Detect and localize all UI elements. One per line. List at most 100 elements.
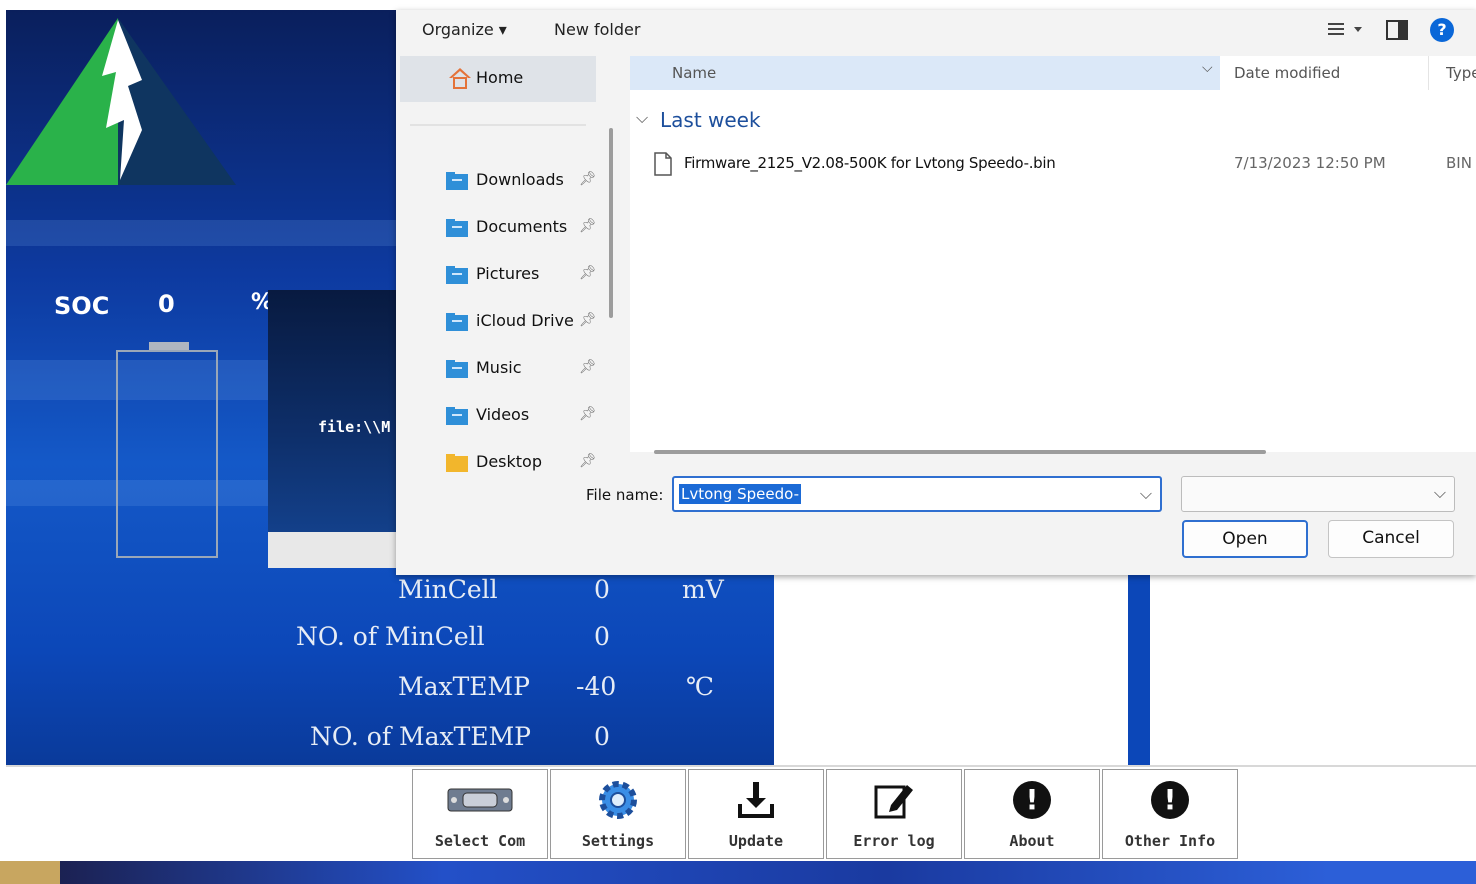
nav-item-music[interactable]: Music 📌︎: [396, 352, 601, 388]
nav-separator: [410, 124, 586, 126]
nav-item-videos[interactable]: Videos 📌︎: [396, 399, 601, 435]
metric-unit-mincell: mV: [682, 575, 724, 604]
edit-note-icon: [874, 785, 913, 819]
column-divider[interactable]: [1428, 56, 1429, 90]
file-type-filter[interactable]: ⌵: [1181, 476, 1455, 512]
pin-icon: 📌︎: [579, 171, 597, 187]
pictures-folder-icon: [446, 266, 468, 284]
toolbar-button-label: Error log: [853, 832, 935, 850]
group-header[interactable]: Last week: [660, 108, 761, 132]
column-header-date[interactable]: Date modified: [1234, 64, 1340, 82]
nav-item-label: Desktop: [476, 452, 542, 471]
view-controls: ?: [1328, 18, 1454, 42]
soc-value: 0: [158, 290, 175, 318]
videos-folder-icon: [446, 407, 468, 425]
desktop-wallpaper-corner: [0, 861, 60, 884]
preview-pane-icon[interactable]: [1386, 20, 1408, 40]
update-button[interactable]: Update: [688, 769, 824, 859]
horizontal-scrollbar[interactable]: [654, 450, 1266, 454]
documents-folder-icon: [446, 219, 468, 237]
gear-icon: [599, 781, 637, 819]
exclamation-icon: !: [1151, 781, 1189, 819]
metric-label-no-mincell: NO. of MinCell: [296, 622, 485, 651]
nav-item-label: Videos: [476, 405, 530, 424]
file-row[interactable]: Firmware_2125_V2.08-500K for Lvtong Spee…: [654, 150, 1474, 180]
nav-item-label: Documents: [476, 217, 568, 236]
settings-button[interactable]: Settings: [550, 769, 686, 859]
chevron-down-icon[interactable]: ⌵: [1202, 60, 1213, 76]
metric-value-no-mincell: 0: [594, 622, 610, 651]
battery-gauge: [116, 350, 218, 558]
chevron-down-icon[interactable]: ⌵: [1434, 483, 1446, 503]
nav-item-documents[interactable]: Documents 📌︎: [396, 211, 601, 247]
downloads-folder-icon: [446, 172, 468, 190]
home-icon: [449, 68, 471, 89]
toolbar-button-label: Other Info: [1124, 832, 1216, 850]
help-icon[interactable]: ?: [1430, 18, 1454, 42]
navigation-pane: Home Downloads 📌︎ Documents 📌︎ Pictures …: [396, 56, 613, 472]
exclamation-icon: !: [1013, 781, 1051, 819]
file-name-label: File name:: [586, 486, 664, 504]
nav-item-pictures[interactable]: Pictures 📌︎: [396, 258, 601, 294]
file-path-text: file:\\M: [318, 418, 391, 436]
metric-value-mincell: 0: [594, 575, 610, 604]
pin-icon: 📌︎: [579, 265, 597, 281]
file-type: BIN: [1446, 154, 1472, 172]
desktop-folder-icon: [446, 454, 468, 472]
nav-item-icloud-drive[interactable]: iCloud Drive 📌︎: [396, 305, 601, 341]
nav-item-label: Home: [476, 68, 524, 87]
nav-item-label: iCloud Drive: [476, 311, 574, 330]
pin-icon: 📌︎: [579, 406, 597, 422]
file-name-input[interactable]: Lvtong Speedo- ⌵: [672, 476, 1162, 512]
new-folder-button[interactable]: New folder: [554, 20, 640, 39]
toolbar-button-label: Select Com: [434, 832, 526, 850]
download-icon: [738, 782, 774, 818]
app-side-strip: [1128, 575, 1150, 765]
nav-item-label: Music: [476, 358, 522, 377]
app-toolbar: Select Com Settings Update Error log ! A…: [6, 765, 1476, 863]
chevron-down-icon[interactable]: ⌵: [1140, 484, 1152, 504]
pin-icon: 📌︎: [579, 453, 597, 469]
pin-icon: 📌︎: [579, 218, 597, 234]
column-header-name[interactable]: Name: [630, 56, 1220, 90]
cancel-button[interactable]: Cancel: [1328, 520, 1454, 558]
toolbar-button-label: Update: [728, 832, 784, 850]
battery-cap: [149, 342, 189, 350]
toolbar-button-label: Settings: [581, 832, 655, 850]
metric-value-maxtemp: -40: [576, 672, 617, 701]
select-com-button[interactable]: Select Com: [412, 769, 548, 859]
column-header-type[interactable]: Type: [1446, 64, 1476, 82]
nav-item-label: Downloads: [476, 170, 564, 189]
file-open-dialog: Organize ▾ New folder ? Home Downloads 📌…: [396, 10, 1476, 575]
nav-scrollbar[interactable]: [609, 128, 613, 318]
view-list-icon[interactable]: [1328, 20, 1364, 40]
organize-menu-button[interactable]: Organize ▾: [422, 20, 507, 39]
file-name-value: Lvtong Speedo-: [679, 484, 801, 504]
metric-unit-maxtemp: ℃: [686, 672, 714, 701]
music-folder-icon: [446, 360, 468, 378]
file-icon: [654, 152, 672, 176]
nav-item-downloads[interactable]: Downloads 📌︎: [396, 164, 601, 200]
file-list: Name ⌵ Date modified Type ⌵ Last week Fi…: [630, 56, 1476, 452]
nav-item-home[interactable]: Home: [400, 56, 596, 102]
open-button[interactable]: Open: [1182, 520, 1308, 558]
nav-item-label: Pictures: [476, 264, 540, 283]
pin-icon: 📌︎: [579, 359, 597, 375]
icloud-folder-icon: [446, 313, 468, 331]
serial-port-icon: [447, 788, 513, 812]
about-button[interactable]: ! About: [964, 769, 1100, 859]
nav-item-desktop[interactable]: Desktop 📌︎: [396, 446, 601, 482]
other-info-button[interactable]: ! Other Info: [1102, 769, 1238, 859]
metric-value-no-maxtemp: 0: [594, 722, 610, 751]
metric-label-maxtemp: MaxTEMP: [398, 672, 530, 701]
dialog-toolbar: Organize ▾ New folder ?: [396, 10, 1476, 56]
column-header-label: Name: [672, 64, 717, 82]
chevron-down-icon[interactable]: ⌵: [636, 108, 648, 128]
pin-icon: 📌︎: [579, 312, 597, 328]
toolbar-button-label: About: [1009, 832, 1055, 850]
inner-panel-bar: [268, 532, 408, 568]
metric-label-mincell: MinCell: [398, 575, 498, 604]
error-log-button[interactable]: Error log: [826, 769, 962, 859]
soc-label: SOC: [54, 292, 110, 320]
app-logo-icon: [6, 18, 236, 185]
